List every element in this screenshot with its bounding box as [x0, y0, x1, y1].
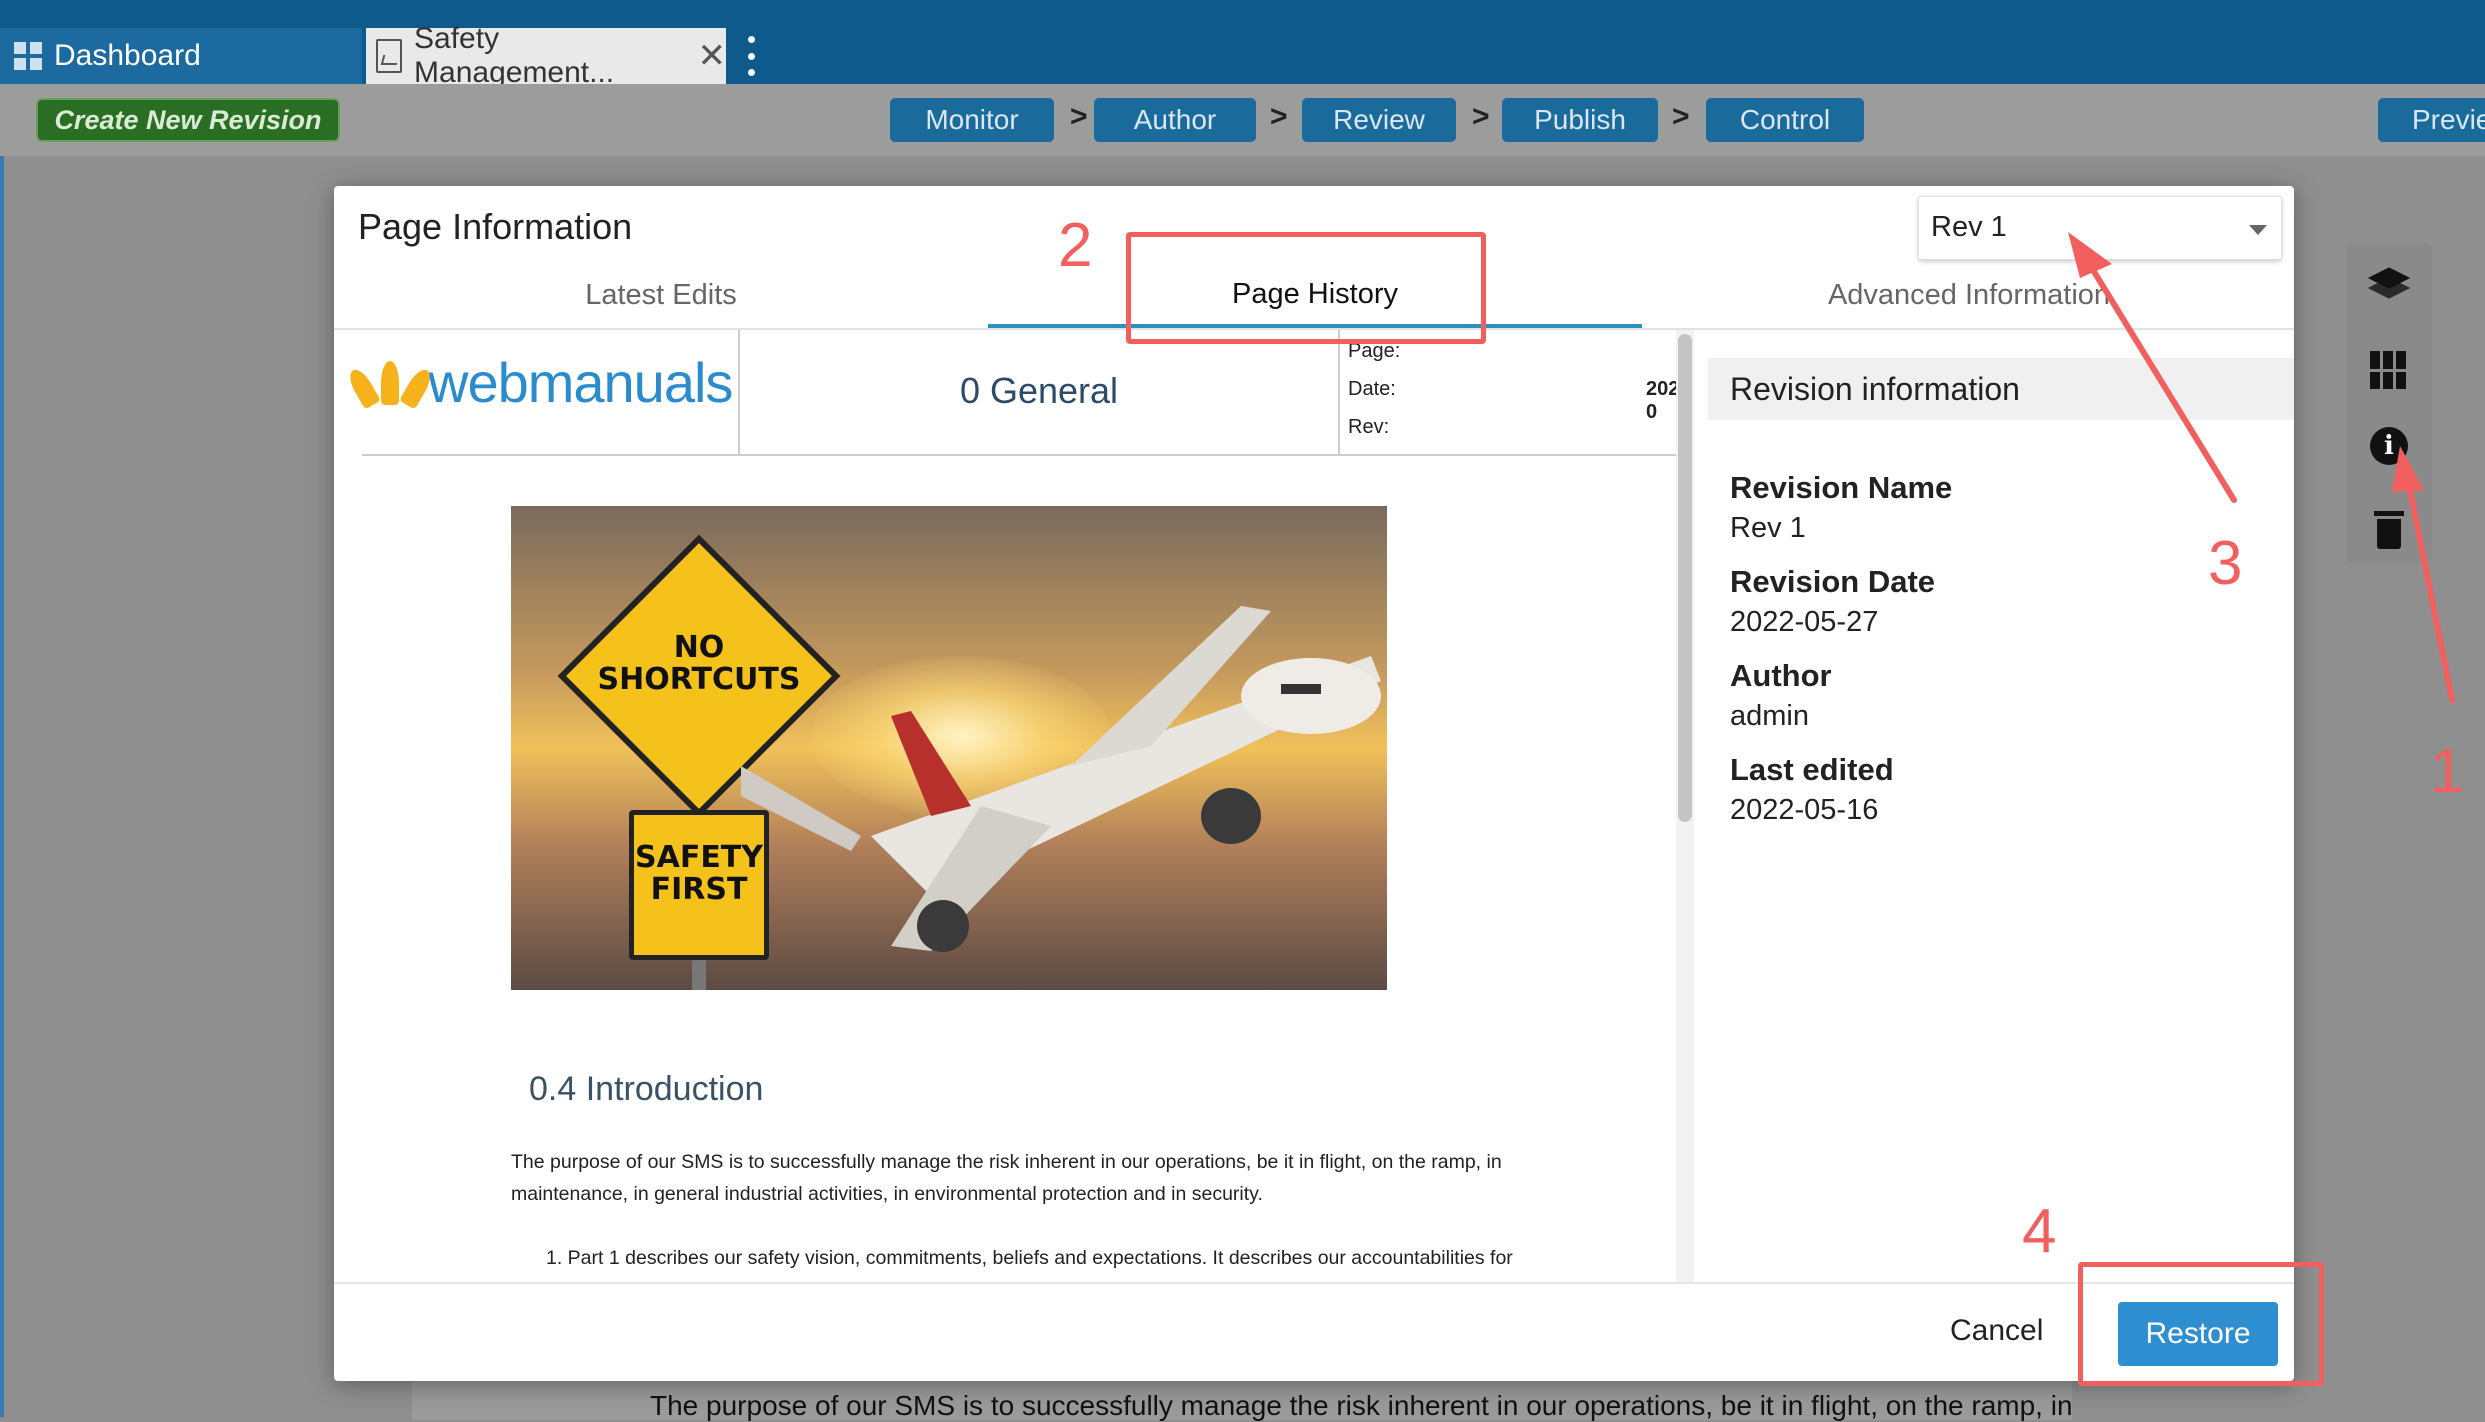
- dialog-title: Page Information: [358, 206, 633, 247]
- workflow-monitor-button[interactable]: Monitor: [890, 98, 1054, 142]
- document-header: webmanuals 0 General Page: Date: Rev: 20…: [345, 330, 1694, 456]
- left-edge-bar: [0, 156, 4, 1417]
- dashboard-icon: [14, 42, 42, 70]
- annotation-number-2: 2: [1058, 211, 1093, 280]
- author-label: Author: [1730, 658, 1832, 693]
- revision-name-value: Rev 1: [1730, 512, 1806, 544]
- right-tool-rail: i: [2346, 243, 2432, 563]
- preview-button[interactable]: Previe: [2378, 98, 2485, 142]
- toolbar: Create New Revision Monitor > Author > R…: [0, 84, 2485, 156]
- chevron-down-icon: [2249, 225, 2267, 235]
- annotation-number-4: 4: [2022, 1197, 2057, 1266]
- layers-icon[interactable]: [2367, 265, 2411, 303]
- tab-latest-edits[interactable]: Latest Edits: [334, 264, 988, 326]
- chevron-right-icon: >: [1672, 100, 1690, 133]
- revision-info-header: Revision information: [1708, 358, 2294, 420]
- annotation-number-1: 1: [2430, 737, 2465, 806]
- divider: [1338, 330, 1340, 454]
- author-value: admin: [1730, 700, 1809, 732]
- last-edited-value: 2022-05-16: [1730, 794, 1879, 826]
- page-information-dialog: Page Information Rev 1 Latest Edits Page…: [334, 186, 2294, 1381]
- document-icon: [376, 39, 403, 73]
- workflow-review-button[interactable]: Review: [1302, 98, 1456, 142]
- grid-icon[interactable]: [2370, 351, 2408, 389]
- safety-first-image: NO SHORTCUTS SAFETY FIRST: [511, 506, 1387, 990]
- scrollbar-thumb[interactable]: [1678, 334, 1692, 822]
- cancel-button[interactable]: Cancel: [1950, 1314, 2043, 1348]
- intro-paragraph: The purpose of our SMS is to successfull…: [511, 1151, 1502, 1205]
- tab-dashboard[interactable]: Dashboard: [0, 28, 362, 84]
- section-heading: 0.4 Introduction: [529, 1070, 764, 1108]
- webmanuals-logo: webmanuals: [345, 350, 733, 415]
- annotation-number-3: 3: [2208, 529, 2243, 598]
- revision-select[interactable]: Rev 1: [1918, 196, 2282, 260]
- workflow-publish-button[interactable]: Publish: [1502, 98, 1658, 142]
- chevron-right-icon: >: [1070, 100, 1088, 133]
- crown-icon: [345, 360, 435, 409]
- close-icon[interactable]: ✕: [698, 36, 727, 76]
- tab-advanced-information[interactable]: Advanced Information: [1642, 264, 2296, 326]
- airplane-illustration: [741, 606, 1381, 952]
- workflow-author-button[interactable]: Author: [1094, 98, 1256, 142]
- last-edited-label: Last edited: [1730, 752, 1894, 787]
- revision-select-value: Rev 1: [1931, 211, 2007, 243]
- more-options-icon[interactable]: [748, 36, 758, 76]
- revision-date-value: 2022-05-27: [1730, 606, 1879, 638]
- annotation-box-restore: [2078, 1262, 2324, 1386]
- revision-name-label: Revision Name: [1730, 470, 1953, 505]
- dialog-footer: Cancel Restore: [334, 1282, 2294, 1383]
- create-new-revision-button[interactable]: Create New Revision: [36, 98, 340, 142]
- trash-icon[interactable]: [2370, 511, 2408, 549]
- document-preview[interactable]: webmanuals 0 General Page: Date: Rev: 20…: [334, 330, 1694, 1282]
- tab-safety-label: Safety Management...: [414, 22, 615, 89]
- annotation-box-page-history: [1126, 232, 1486, 344]
- meta-rev-label: Rev:: [1348, 416, 1390, 438]
- tab-safety-management[interactable]: Safety Management... ✕: [366, 22, 727, 89]
- logo-text: webmanuals: [428, 351, 733, 414]
- info-icon[interactable]: i: [2370, 427, 2408, 465]
- chevron-right-icon: >: [1270, 100, 1288, 133]
- list-item: 1. Part 1 describes our safety vision, c…: [546, 1247, 1513, 1282]
- tab-dashboard-label: Dashboard: [54, 39, 201, 72]
- revision-info-panel: Revision information Revision Name Rev 1…: [1694, 330, 2294, 1282]
- meta-date-label: Date:: [1348, 378, 1396, 400]
- workflow-control-button[interactable]: Control: [1706, 98, 1864, 142]
- chevron-right-icon: >: [1472, 100, 1490, 133]
- revision-date-label: Revision Date: [1730, 564, 1936, 599]
- background-document-text: The purpose of our SMS is to successfull…: [650, 1390, 2073, 1421]
- section-name: 0 General: [959, 370, 1119, 411]
- app-tab-bar: Dashboard Safety Management... ✕: [0, 0, 2485, 89]
